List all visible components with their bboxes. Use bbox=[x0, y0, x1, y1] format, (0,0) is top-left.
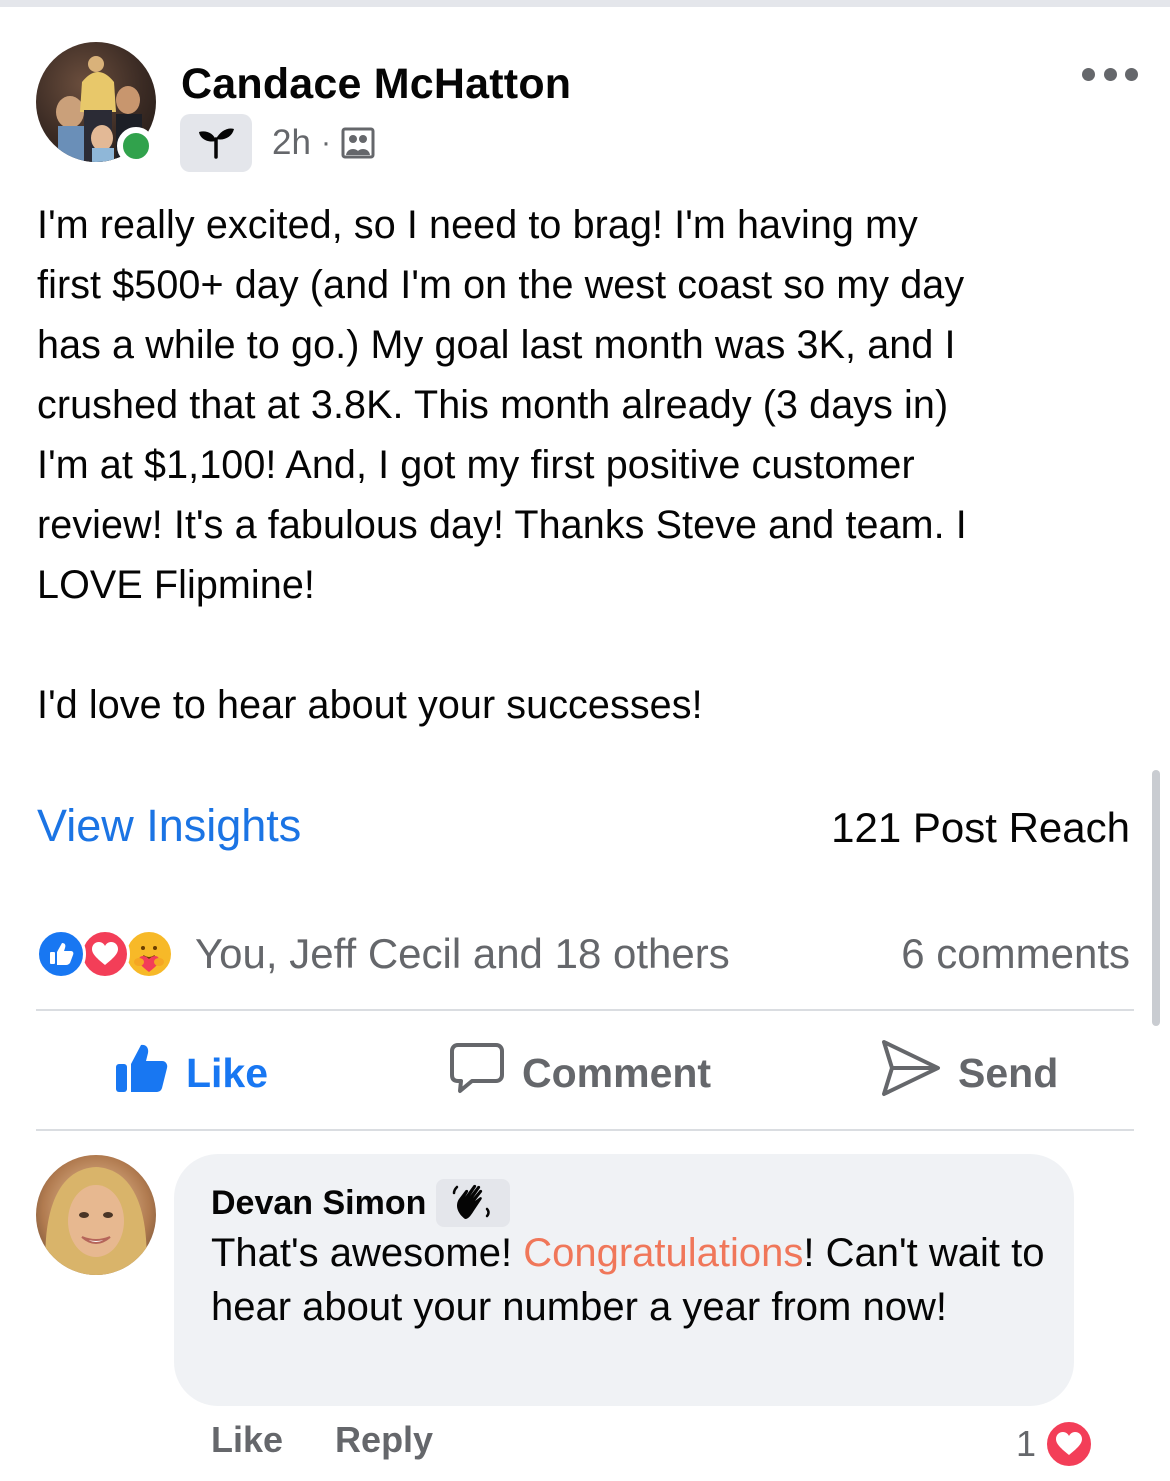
comments-count[interactable]: 6 comments bbox=[901, 930, 1130, 978]
waving-hand-icon bbox=[451, 1181, 495, 1226]
send-button-label: Send bbox=[958, 1049, 1059, 1096]
post-meta: 2h · bbox=[180, 114, 375, 172]
group-audience-icon bbox=[341, 126, 375, 160]
reaction-summary-icons[interactable] bbox=[36, 929, 186, 979]
divider bbox=[36, 1129, 1134, 1131]
meta-separator: · bbox=[320, 126, 331, 159]
comment-text-before: That's awesome! bbox=[211, 1231, 524, 1275]
reactions-summary-text[interactable]: You, Jeff Cecil and 18 others bbox=[195, 930, 730, 978]
love-reaction-icon bbox=[1044, 1419, 1095, 1469]
comment-reaction-count: 1 bbox=[1016, 1423, 1037, 1464]
post-author-name[interactable]: Candace McHatton bbox=[181, 60, 571, 109]
scrollbar-thumb[interactable] bbox=[1152, 770, 1160, 1026]
like-button-label: Like bbox=[186, 1049, 269, 1096]
comment-reply-button[interactable]: Reply bbox=[335, 1419, 433, 1461]
comment-reaction-summary[interactable]: 1 bbox=[1016, 1419, 1095, 1469]
send-paper-plane-icon bbox=[880, 1038, 942, 1108]
send-button[interactable]: Send bbox=[880, 1040, 1058, 1106]
comment-like-button[interactable]: Like bbox=[211, 1419, 283, 1461]
more-dot-icon bbox=[1125, 67, 1138, 81]
commenter-avatar[interactable] bbox=[36, 1155, 156, 1275]
new-member-sprout-icon bbox=[196, 123, 236, 164]
view-insights-link[interactable]: View Insights bbox=[37, 800, 301, 852]
post-reach-count: 121 Post Reach bbox=[831, 804, 1130, 851]
like-button[interactable]: Like bbox=[114, 1040, 268, 1106]
more-dot-icon bbox=[1103, 67, 1117, 81]
post-timestamp[interactable]: 2h bbox=[272, 123, 311, 163]
comment-button-label: Comment bbox=[522, 1049, 712, 1096]
comment-text: That's awesome! Congratulations! Can't w… bbox=[211, 1226, 1061, 1334]
more-dot-icon bbox=[1082, 67, 1095, 81]
care-reaction-icon bbox=[124, 929, 174, 979]
top-edge-strip bbox=[0, 0, 1170, 7]
more-options-button[interactable] bbox=[1082, 62, 1138, 86]
divider bbox=[36, 1009, 1134, 1011]
comment-bubble-icon bbox=[448, 1041, 506, 1105]
comment-author-name[interactable]: Devan Simon bbox=[211, 1184, 426, 1223]
online-status-dot bbox=[117, 127, 155, 165]
community-badge[interactable] bbox=[436, 1179, 511, 1227]
congratulations-highlight[interactable]: Congratulations bbox=[523, 1231, 803, 1275]
post-body-text: I'm really excited, so I need to brag! I… bbox=[37, 203, 967, 727]
love-reaction-icon bbox=[80, 929, 130, 979]
comment-header: Devan Simon bbox=[211, 1178, 511, 1228]
comment-button[interactable]: Comment bbox=[448, 1040, 711, 1106]
new-member-badge[interactable] bbox=[180, 114, 252, 172]
comment-actions: Like Reply bbox=[211, 1419, 433, 1461]
thumbs-up-icon bbox=[114, 1040, 170, 1106]
like-reaction-icon bbox=[36, 929, 86, 979]
